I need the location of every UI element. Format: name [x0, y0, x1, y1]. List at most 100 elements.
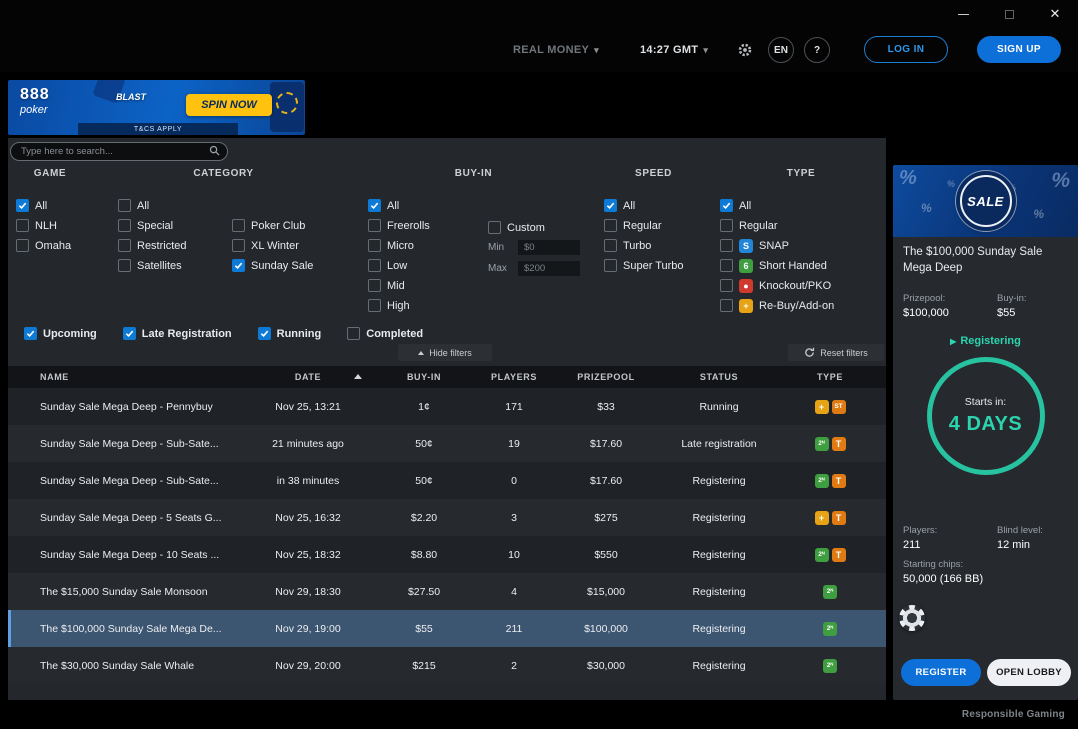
tournament-row[interactable]: Sunday Sale Mega Deep - Sub-Sate...21 mi…	[8, 425, 886, 462]
filter-option-satellites[interactable]: Satellites	[118, 259, 187, 272]
filter-option-freerolls[interactable]: Freerolls	[368, 219, 430, 232]
checkbox[interactable]	[368, 299, 381, 312]
column-header-buy-in[interactable]: BUY-IN	[368, 366, 480, 388]
tournament-row[interactable]: The $15,000 Sunday Sale MonsoonNov 29, 1…	[8, 573, 886, 610]
help-button[interactable]: ?	[804, 37, 830, 63]
column-header-prizepool[interactable]: PRIZEPOOL	[548, 366, 664, 388]
checkbox[interactable]	[232, 219, 245, 232]
filter-option-all[interactable]: All	[368, 199, 430, 212]
login-button[interactable]: LOG IN	[864, 36, 948, 63]
filter-option-low[interactable]: Low	[368, 259, 430, 272]
filter-option-micro[interactable]: Micro	[368, 239, 430, 252]
filter-option-restricted[interactable]: Restricted	[118, 239, 187, 252]
register-button[interactable]: REGISTER	[901, 659, 981, 686]
checkbox[interactable]	[720, 219, 733, 232]
tournament-row[interactable]: The $100,000 Sunday Sale Mega De...Nov 2…	[8, 610, 886, 647]
checkbox[interactable]	[368, 219, 381, 232]
tournament-row[interactable]: The $30,000 Sunday Sale WhaleNov 29, 20:…	[8, 647, 886, 684]
filter-option-regular[interactable]: Regular	[720, 219, 834, 232]
hide-filters-button[interactable]: Hide filters	[398, 344, 492, 361]
filter-option-custom[interactable]: Custom	[488, 221, 580, 234]
checkbox[interactable]	[368, 279, 381, 292]
checkbox[interactable]	[604, 219, 617, 232]
checkbox[interactable]	[604, 199, 617, 212]
real-money-dropdown[interactable]: REAL MONEY ▾	[513, 28, 599, 72]
status-filter-running[interactable]: Running	[258, 327, 322, 340]
time-dropdown[interactable]: 14:27 GMT ▾	[640, 28, 708, 72]
tournament-row[interactable]: Sunday Sale Mega Deep - 5 Seats G...Nov …	[8, 499, 886, 536]
column-header-status[interactable]: STATUS	[664, 366, 774, 388]
responsible-gaming-link[interactable]: Responsible Gaming	[962, 709, 1065, 720]
filter-option-all[interactable]: All	[720, 199, 834, 212]
checkbox[interactable]	[118, 219, 131, 232]
search-input[interactable]	[10, 142, 228, 161]
checkbox[interactable]	[488, 221, 501, 234]
checkbox[interactable]	[123, 327, 136, 340]
category-filter-group: All Special Restricted Satellites	[118, 199, 187, 272]
filter-option-snap[interactable]: SSNAP	[720, 239, 834, 252]
language-button[interactable]: EN	[768, 37, 794, 63]
search-icon	[209, 145, 220, 156]
reset-filters-button[interactable]: Reset filters	[788, 344, 884, 361]
filter-option-re-buy-add-on[interactable]: +Re-Buy/Add-on	[720, 299, 834, 312]
checkbox[interactable]	[232, 239, 245, 252]
filter-option-turbo[interactable]: Turbo	[604, 239, 684, 252]
max-buyin-input[interactable]	[518, 261, 580, 276]
checkbox[interactable]	[16, 199, 29, 212]
spin-now-button[interactable]: SPIN NOW	[186, 94, 272, 116]
checkbox[interactable]	[720, 259, 733, 272]
checkbox[interactable]	[368, 239, 381, 252]
min-buyin-input[interactable]	[518, 240, 580, 255]
filter-option-all[interactable]: All	[604, 199, 684, 212]
checkbox[interactable]	[604, 259, 617, 272]
tournament-row[interactable]: Sunday Sale Mega Deep - Sub-Sate...in 38…	[8, 462, 886, 499]
status-filter-upcoming[interactable]: Upcoming	[24, 327, 97, 340]
open-lobby-button[interactable]: OPEN LOBBY	[987, 659, 1071, 686]
signup-button[interactable]: SIGN UP	[977, 36, 1061, 63]
minimize-button[interactable]	[940, 0, 986, 28]
status-filter-completed[interactable]: Completed	[347, 327, 423, 340]
maximize-button[interactable]	[986, 0, 1032, 28]
filter-option-regular[interactable]: Regular	[604, 219, 684, 232]
filter-option-super-turbo[interactable]: Super Turbo	[604, 259, 684, 272]
column-header-type[interactable]: TYPE	[774, 366, 886, 388]
column-header-name[interactable]: NAME	[8, 366, 248, 388]
filter-option-special[interactable]: Special	[118, 219, 187, 232]
checkbox[interactable]	[16, 219, 29, 232]
tournament-row[interactable]: Sunday Sale Mega Deep - PennybuyNov 25, …	[8, 388, 886, 425]
filter-option-xl-winter[interactable]: XL Winter	[232, 239, 313, 252]
filter-option-nlh[interactable]: NLH	[16, 219, 71, 232]
filter-option-omaha[interactable]: Omaha	[16, 239, 71, 252]
column-header-date[interactable]: DATE	[248, 366, 368, 388]
status-filter-late-registration[interactable]: Late Registration	[123, 327, 232, 340]
filter-option-high[interactable]: High	[368, 299, 430, 312]
checkbox[interactable]	[232, 259, 245, 272]
promo-banner[interactable]: 888 poker BLAST SPIN NOW T&CS APPLY	[8, 80, 305, 135]
min-buyin-row: Min	[488, 240, 580, 255]
checkbox[interactable]	[604, 239, 617, 252]
filter-option-all[interactable]: All	[16, 199, 71, 212]
tournament-row[interactable]: Sunday Sale Mega Deep - 10 Seats ...Nov …	[8, 536, 886, 573]
filter-option-sunday-sale[interactable]: Sunday Sale	[232, 259, 313, 272]
checkbox[interactable]	[720, 299, 733, 312]
checkbox[interactable]	[720, 239, 733, 252]
close-button[interactable]: ✕	[1032, 0, 1078, 28]
checkbox[interactable]	[720, 199, 733, 212]
filter-option-poker-club[interactable]: Poker Club	[232, 219, 313, 232]
checkbox[interactable]	[118, 259, 131, 272]
checkbox[interactable]	[368, 199, 381, 212]
filter-option-mid[interactable]: Mid	[368, 279, 430, 292]
filter-option-knockout-pko[interactable]: ●Knockout/PKO	[720, 279, 834, 292]
checkbox[interactable]	[118, 239, 131, 252]
filter-option-short-handed[interactable]: 6Short Handed	[720, 259, 834, 272]
checkbox[interactable]	[16, 239, 29, 252]
checkbox[interactable]	[720, 279, 733, 292]
checkbox[interactable]	[258, 327, 271, 340]
column-header-players[interactable]: PLAYERS	[480, 366, 548, 388]
checkbox[interactable]	[347, 327, 360, 340]
checkbox[interactable]	[24, 327, 37, 340]
settings-gear-icon[interactable]	[737, 28, 753, 72]
checkbox[interactable]	[118, 199, 131, 212]
filter-option-all[interactable]: All	[118, 199, 187, 212]
checkbox[interactable]	[368, 259, 381, 272]
